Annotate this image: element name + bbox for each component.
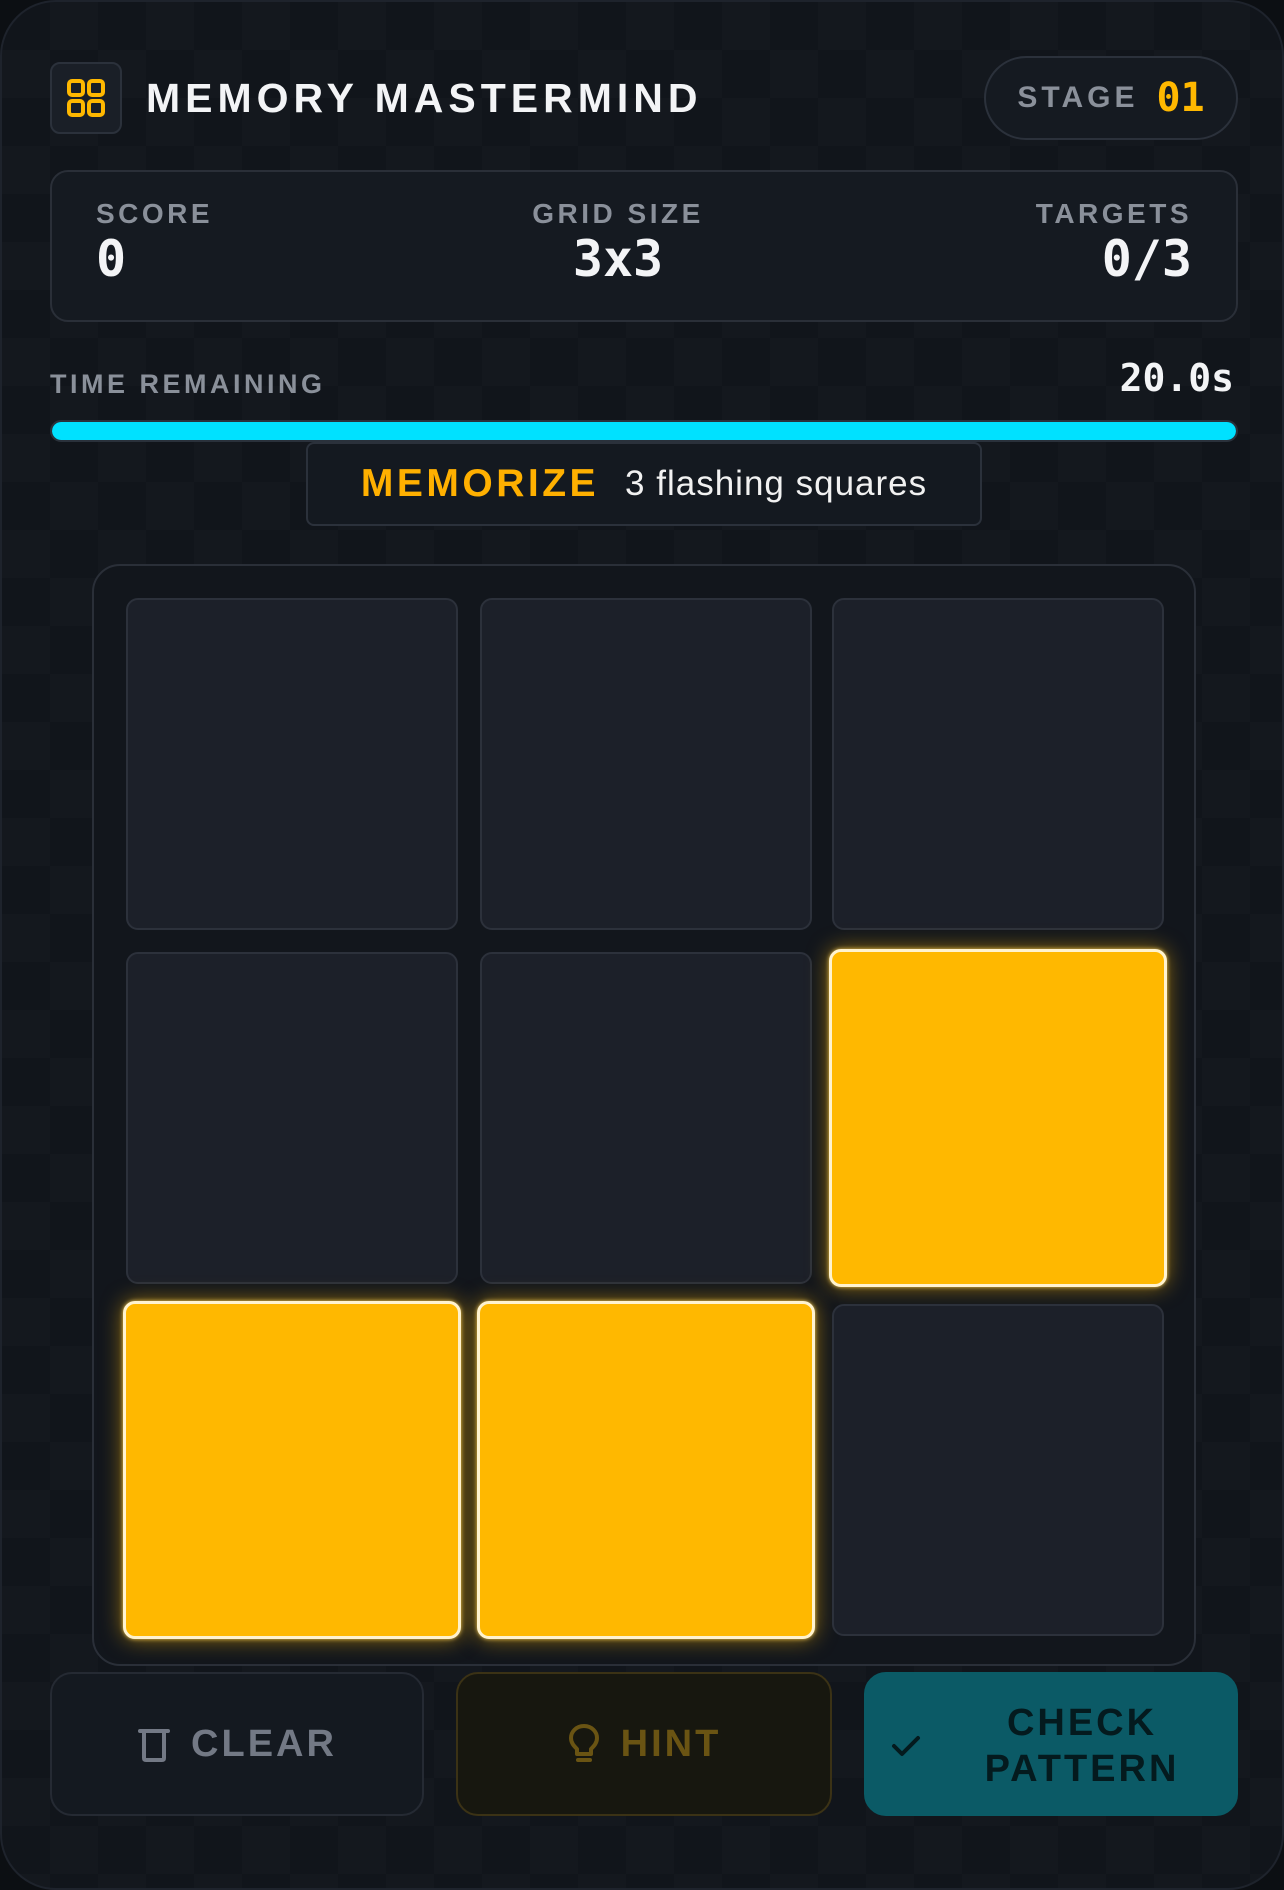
hint-button[interactable]: HINT [456,1672,832,1816]
check-pattern-button[interactable]: CHECK PATTERN [864,1672,1238,1816]
stage-label: STAGE [1017,81,1139,114]
instruction-phase: MEMORIZE [360,462,600,505]
grid-logo-icon [50,62,122,134]
grid-cell-r2-c2[interactable] [480,952,812,1284]
targets-stat: TARGETS 0/3 [1036,198,1192,288]
lightbulb-icon [568,1724,599,1762]
grid-cell-r3-c3[interactable] [832,1304,1164,1636]
timer-progress-fill [52,422,1236,440]
grid-size-value: 3x3 [572,230,664,288]
clear-button[interactable]: CLEAR [50,1672,424,1816]
grid-cell-r1-c1[interactable] [126,598,458,930]
game-screen: MEMORY MASTERMIND STAGE 01 SCORE 0 GRID … [0,0,1284,1890]
checkmark-icon [892,1736,920,1756]
clear-label: CLEAR [191,1722,337,1765]
grid-cell-r1-c3[interactable] [832,598,1164,930]
grid-cell-r2-c3[interactable] [829,949,1167,1287]
grid-size-label: GRID SIZE [532,198,704,229]
memory-grid [92,564,1196,1666]
grid-cell-r3-c2[interactable] [477,1301,815,1639]
hint-label: HINT [620,1722,722,1765]
targets-value: 0/3 [1101,230,1192,288]
trash-icon [138,1729,171,1762]
timer-progress-bar [50,420,1238,442]
timer-label: TIME REMAINING [50,369,326,399]
stats-panel: SCORE 0 GRID SIZE 3x3 TARGETS 0/3 [50,170,1238,322]
stage-badge: STAGE 01 [984,56,1238,140]
game-title: MEMORY MASTERMIND [146,75,703,121]
timer-value: 20.0s [1119,356,1234,400]
instruction-detail: 3 flashing squares [625,464,928,503]
instruction-banner: MEMORIZE 3 flashing squares [306,442,982,526]
grid-cell-r3-c1[interactable] [123,1301,461,1639]
targets-label: TARGETS [1035,198,1192,229]
check-pattern-label: CHECK PATTERN [984,1702,1180,1790]
grid-cell-r1-c2[interactable] [480,598,812,930]
stage-number: 01 [1156,75,1205,121]
grid-cell-r2-c1[interactable] [126,952,458,1284]
